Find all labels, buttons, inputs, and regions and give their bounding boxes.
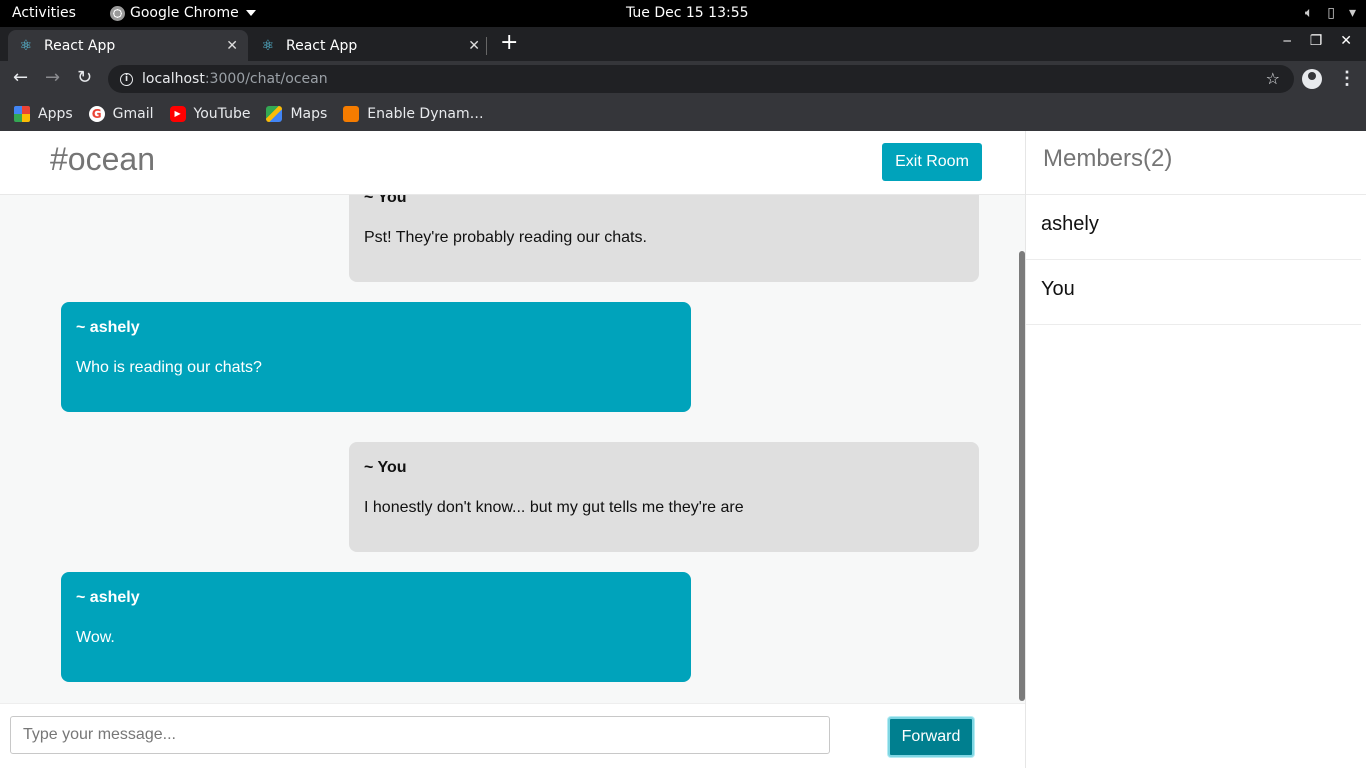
message-bubble-other: ~ ashely Wow. (61, 572, 691, 682)
bookmark-apps[interactable]: Apps (14, 106, 73, 122)
member-item: You (1026, 260, 1361, 325)
url-host: localhost (142, 71, 205, 87)
message-composer: Forward (0, 703, 1025, 768)
apps-grid-icon (14, 106, 30, 122)
room-title: #ocean (50, 141, 155, 177)
bookmark-flag-icon (343, 106, 360, 122)
bookmark-enable-dynamic[interactable]: Enable Dynam… (343, 106, 484, 122)
caret-down-icon: ▾ (1348, 5, 1356, 21)
member-name: ashely (1041, 213, 1099, 235)
message-bubble-own: ~ You I honestly don't know... but my gu… (349, 442, 979, 552)
exit-room-button[interactable]: Exit Room (882, 143, 982, 181)
app-menu-label: Google Chrome (130, 5, 239, 21)
member-item: ashely (1026, 195, 1361, 260)
chrome-icon (110, 5, 125, 21)
chat-app: #ocean Exit Room ~ You Pst! They're prob… (0, 131, 1366, 768)
app-menu[interactable]: Google Chrome (110, 5, 256, 21)
react-icon: ⚛ (261, 37, 275, 54)
message-author: ~ ashely (76, 319, 140, 336)
tab-react-app-1[interactable]: ⚛ React App ✕ (8, 30, 248, 61)
message-text: Who is reading our chats? (76, 359, 262, 376)
back-icon[interactable]: ← (13, 68, 28, 88)
member-name: You (1041, 278, 1075, 300)
react-icon: ⚛ (19, 37, 33, 54)
message-author: ~ ashely (76, 589, 140, 606)
browser-toolbar: ← → ↻ i localhost:3000/chat/ocean ☆ ⋮ (0, 61, 1366, 97)
message-input[interactable] (10, 716, 830, 754)
restore-icon[interactable]: ❐ (1310, 33, 1323, 49)
members-header: Members(2) (1026, 131, 1366, 195)
minimize-icon[interactable]: ‒ (1283, 33, 1292, 49)
kebab-menu-icon[interactable]: ⋮ (1338, 68, 1356, 88)
rotation-lock-icon: ▯ (1327, 5, 1335, 21)
bookmark-label: Maps (290, 106, 328, 122)
reload-icon[interactable]: ↻ (77, 68, 92, 88)
close-window-icon[interactable]: ✕ (1340, 33, 1352, 49)
volume-icon: 🔈︎ (1304, 5, 1314, 21)
forward-nav-icon[interactable]: → (45, 68, 60, 88)
clock[interactable]: Tue Dec 15 13:55 (626, 5, 749, 21)
address-bar[interactable]: i localhost:3000/chat/ocean ☆ (108, 65, 1294, 93)
message-list[interactable]: ~ You Pst! They're probably reading our … (0, 195, 1025, 703)
members-sidebar: Members(2) ashely You (1025, 131, 1366, 768)
bookmark-label: Apps (38, 106, 73, 122)
system-top-bar: Activities Google Chrome Tue Dec 15 13:5… (0, 0, 1366, 27)
activities-button[interactable]: Activities (12, 5, 76, 21)
tab-react-app-2[interactable]: ⚛ React App ✕ (250, 30, 490, 61)
bookmark-label: YouTube (193, 106, 251, 122)
message-author: ~ You (364, 459, 407, 476)
gmail-icon: G (88, 106, 105, 122)
tab-strip: ⚛ React App ✕ ⚛ React App ✕ (0, 27, 1366, 61)
caret-down-icon (245, 10, 256, 16)
close-tab-icon[interactable]: ✕ (468, 38, 480, 54)
chat-header: #ocean Exit Room (0, 131, 1025, 195)
message-text: Pst! They're probably reading our chats. (364, 229, 647, 246)
message-text: I honestly don't know... but my gut tell… (364, 499, 744, 516)
tab-title: React App (286, 37, 358, 54)
bookmark-maps[interactable]: Maps (266, 106, 327, 122)
forward-button[interactable]: Forward (888, 717, 974, 757)
bookmark-star-icon[interactable]: ☆ (1266, 69, 1280, 88)
tab-title: React App (44, 37, 116, 54)
maps-icon (266, 106, 283, 122)
system-tray[interactable]: 🔈︎ ▯ ▾ (1305, 4, 1356, 22)
url-path: :3000/chat/ocean (204, 71, 328, 87)
profile-icon[interactable] (1302, 69, 1322, 89)
close-tab-icon[interactable]: ✕ (226, 38, 238, 54)
youtube-icon: ▶ (169, 106, 186, 122)
bookmark-gmail[interactable]: G Gmail (88, 106, 154, 122)
message-text: Wow. (76, 629, 115, 646)
bookmarks-bar: Apps G Gmail ▶ YouTube Maps Enable Dynam… (0, 97, 1366, 131)
chat-pane: #ocean Exit Room ~ You Pst! They're prob… (0, 131, 1025, 768)
info-icon[interactable]: i (120, 72, 133, 86)
message-author: ~ You (364, 195, 407, 206)
members-title: Members(2) (1043, 145, 1173, 172)
message-bubble-own: ~ You Pst! They're probably reading our … (349, 195, 979, 282)
bookmark-label: Gmail (112, 106, 154, 122)
window-controls: ‒ ❐ ✕ (1283, 33, 1352, 49)
new-tab-icon[interactable]: + (500, 31, 518, 55)
tab-divider (486, 37, 487, 55)
bookmark-youtube[interactable]: ▶ YouTube (169, 106, 251, 122)
bookmark-label: Enable Dynam… (367, 106, 484, 122)
message-bubble-other: ~ ashely Who is reading our chats? (61, 302, 691, 412)
